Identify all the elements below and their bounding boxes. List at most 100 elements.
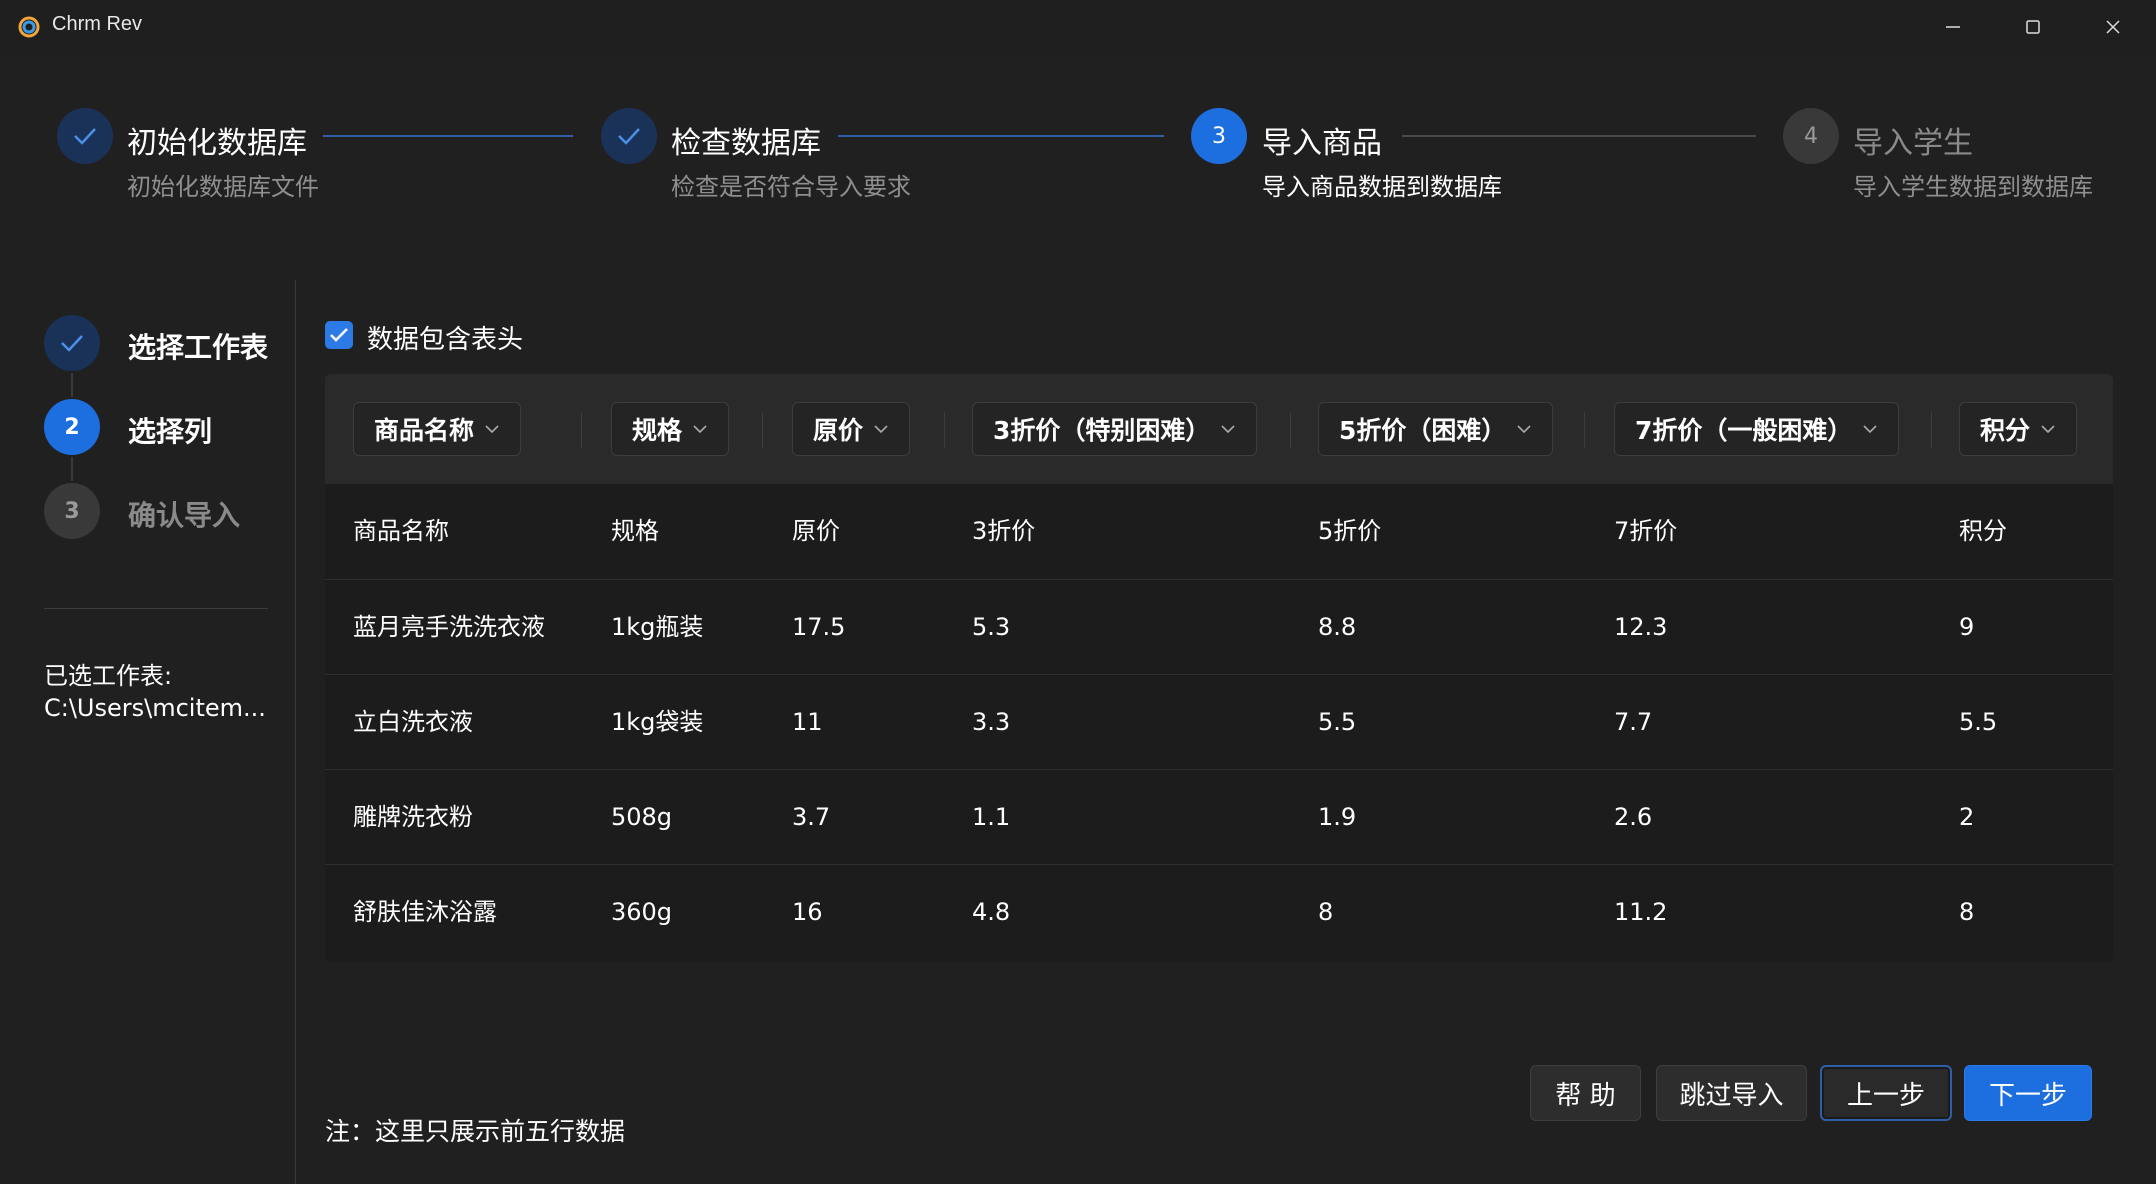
- substep-connector: [71, 457, 73, 481]
- table-cell: 1kg袋装: [611, 708, 704, 736]
- column-select-1[interactable]: 商品名称: [353, 402, 522, 456]
- column-select-2[interactable]: 规格: [611, 402, 730, 456]
- column-separator: [581, 412, 582, 448]
- preview-note: 注：这里只展示前五行数据: [325, 1117, 626, 1146]
- substep-3-number: 3: [44, 483, 100, 539]
- header-checkbox[interactable]: [325, 321, 353, 349]
- substep-2-label: 选择列: [128, 415, 213, 448]
- app-logo-icon: [16, 14, 42, 40]
- column-select-value: 原价: [813, 416, 864, 445]
- table-row: 舒肤佳沐浴露 360g 16 4.8 8 11.2 8: [325, 864, 2113, 959]
- table-header-cell: 原价: [792, 517, 840, 545]
- chevron-down-icon: [1517, 425, 1531, 434]
- table-cell: 雕牌洗衣粉: [353, 803, 473, 831]
- table-row: 雕牌洗衣粉 508g 3.7 1.1 1.9 2.6 2: [325, 769, 2113, 864]
- column-select-value: 规格: [632, 416, 683, 445]
- column-select-value: 7折价（一般困难）: [1635, 416, 1853, 445]
- next-step-button[interactable]: 下一步: [1964, 1065, 2092, 1121]
- table-cell: 11: [792, 708, 823, 736]
- chevron-down-icon: [485, 425, 499, 434]
- table-cell: 5.5: [1318, 708, 1357, 736]
- step-4-title: 导入学生: [1853, 126, 1973, 161]
- step-1-title: 初始化数据库: [127, 126, 307, 161]
- table-cell: 3.3: [972, 708, 1011, 736]
- table-row: 蓝月亮手洗洗衣液 1kg瓶装 17.5 5.3 8.8 12.3 9: [325, 579, 2113, 674]
- selected-sheet-label: 已选工作表:: [44, 662, 173, 690]
- step-2-title: 检查数据库: [671, 126, 821, 161]
- step-connector: [1402, 135, 1756, 137]
- table-cell: 11.2: [1614, 898, 1668, 926]
- header-checkbox-label[interactable]: 数据包含表头: [367, 319, 523, 356]
- table-header-cell: 3折价: [972, 517, 1036, 545]
- step-3-number: 3: [1191, 108, 1247, 164]
- column-separator: [1290, 412, 1291, 448]
- column-select-value: 积分: [1980, 416, 2031, 445]
- minimize-button[interactable]: [1913, 0, 1993, 54]
- table-cell: 5.5: [1959, 708, 1998, 736]
- chevron-down-icon: [1863, 425, 1877, 434]
- column-separator: [1931, 412, 1932, 448]
- column-select-5[interactable]: 5折价（困难）: [1318, 402, 1554, 456]
- table-header-cell: 7折价: [1614, 517, 1678, 545]
- table-cell: 1.9: [1318, 803, 1357, 831]
- table-cell: 立白洗衣液: [353, 708, 473, 736]
- title-bar: Chrm Rev: [0, 0, 2156, 54]
- substep-connector: [71, 373, 73, 397]
- substep-1-check-icon: [44, 315, 100, 371]
- table-cell: 3.7: [792, 803, 831, 831]
- column-select-value: 5折价（困难）: [1339, 416, 1507, 445]
- chevron-down-icon: [1221, 425, 1235, 434]
- step-connector: [323, 135, 573, 137]
- table-cell: 508g: [611, 803, 673, 831]
- column-select-6[interactable]: 7折价（一般困难）: [1614, 402, 1900, 456]
- table-cell: 12.3: [1614, 613, 1668, 641]
- table-row: 立白洗衣液 1kg袋装 11 3.3 5.5 7.7 5.5: [325, 674, 2113, 769]
- column-separator: [1584, 412, 1585, 448]
- table-cell: 舒肤佳沐浴露: [353, 898, 497, 926]
- table-cell: 17.5: [792, 613, 846, 641]
- table-cell: 8.8: [1318, 613, 1357, 641]
- table-cell: 8: [1318, 898, 1334, 926]
- table-cell: 蓝月亮手洗洗衣液: [353, 613, 545, 641]
- table-header-cell: 商品名称: [353, 517, 449, 545]
- chevron-down-icon: [693, 425, 707, 434]
- table-header-row: 商品名称 规格 原价 3折价 5折价 7折价 积分: [325, 484, 2113, 579]
- table-header-cell: 规格: [611, 517, 659, 545]
- table-cell: 4.8: [972, 898, 1011, 926]
- panel-divider: [295, 280, 296, 1184]
- column-select-7[interactable]: 积分: [1959, 402, 2078, 456]
- checkmark-icon: [330, 328, 348, 342]
- selected-sheet-path: C:\Users\mcitem...: [44, 694, 266, 722]
- table-cell: 1kg瓶装: [611, 613, 704, 641]
- left-divider: [44, 608, 268, 609]
- chevron-down-icon: [874, 425, 888, 434]
- column-select-3[interactable]: 原价: [792, 402, 911, 456]
- table-header-cell: 5折价: [1318, 517, 1382, 545]
- substep-3-label: 确认导入: [128, 499, 241, 532]
- step-2-desc: 检查是否符合导入要求: [671, 173, 911, 201]
- chevron-down-icon: [2041, 425, 2055, 434]
- step-3-title: 导入商品: [1262, 126, 1382, 161]
- column-mapping-row: 商品名称 规格 原价 3折价（特别困难） 5折价（困难） 7折价（一般困难） 积…: [325, 374, 2113, 484]
- help-button[interactable]: 帮 助: [1530, 1065, 1641, 1121]
- skip-import-button[interactable]: 跳过导入: [1656, 1065, 1807, 1121]
- close-button[interactable]: [2073, 0, 2153, 54]
- table-cell: 5.3: [972, 613, 1011, 641]
- maximize-button[interactable]: [1993, 0, 2073, 54]
- table-cell: 9: [1959, 613, 1975, 641]
- substep-1-label: 选择工作表: [128, 331, 269, 364]
- column-select-4[interactable]: 3折价（特别困难）: [972, 402, 1258, 456]
- table-cell: 1.1: [972, 803, 1011, 831]
- step-1-desc: 初始化数据库文件: [127, 173, 319, 201]
- step-2-check-icon: [601, 108, 657, 164]
- table-cell: 16: [792, 898, 823, 926]
- table-cell: 2: [1959, 803, 1975, 831]
- step-3-desc: 导入商品数据到数据库: [1262, 173, 1502, 201]
- column-select-value: 3折价（特别困难）: [993, 416, 1211, 445]
- previous-step-button[interactable]: 上一步: [1820, 1065, 1952, 1121]
- table-cell: 360g: [611, 898, 673, 926]
- step-4-desc: 导入学生数据到数据库: [1853, 173, 2093, 201]
- step-connector: [838, 135, 1164, 137]
- table-cell: 8: [1959, 898, 1975, 926]
- close-icon: [2106, 20, 2120, 34]
